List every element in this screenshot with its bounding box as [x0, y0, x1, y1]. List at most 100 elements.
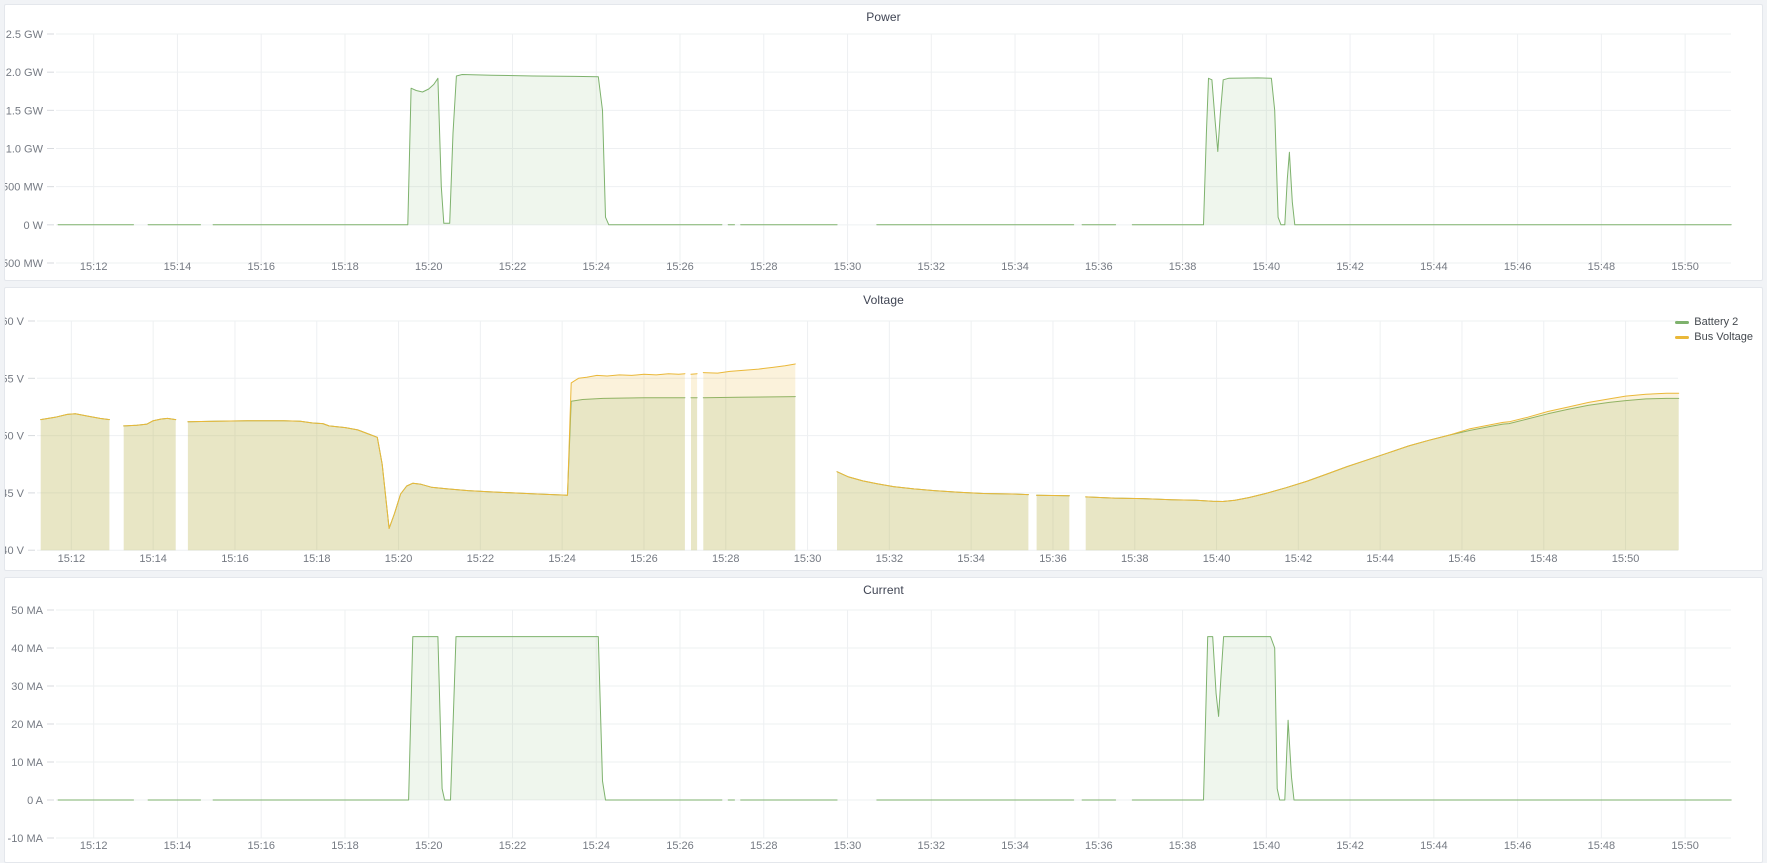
y-axis-label: 1.0 GW — [6, 143, 44, 155]
series-fill — [41, 414, 110, 550]
y-axis-label: -500 MW — [5, 258, 44, 270]
x-axis-label: 15:32 — [918, 840, 946, 852]
x-axis-label: 15:28 — [750, 840, 778, 852]
x-axis-label: 15:40 — [1253, 840, 1281, 852]
series-line — [691, 374, 697, 375]
y-axis-label: 2.5 GW — [6, 29, 44, 41]
x-axis-label: 15:14 — [164, 840, 192, 852]
x-axis-label: 15:46 — [1504, 840, 1532, 852]
x-axis-label: 15:38 — [1169, 261, 1197, 273]
x-axis-label: 15:22 — [499, 840, 527, 852]
x-axis-label: 15:14 — [139, 553, 167, 565]
x-axis-label: 15:50 — [1671, 261, 1699, 273]
x-axis-label: 15:44 — [1420, 261, 1448, 273]
series-line — [1037, 495, 1070, 496]
x-axis-label: 15:28 — [712, 553, 740, 565]
x-axis-label: 15:40 — [1203, 553, 1231, 565]
y-axis-label: 50 V — [5, 431, 25, 443]
panel-title-power[interactable]: Power — [5, 10, 1762, 24]
x-axis-label: 15:34 — [1001, 261, 1029, 273]
x-axis-label: 15:12 — [80, 840, 108, 852]
x-axis-label: 15:44 — [1420, 840, 1448, 852]
x-axis-label: 15:26 — [630, 553, 658, 565]
x-axis-label: 15:20 — [415, 261, 443, 273]
x-axis-label: 15:34 — [957, 553, 985, 565]
y-axis-label: 40 V — [5, 545, 25, 557]
x-axis-label: 15:34 — [1001, 840, 1029, 852]
x-axis-label: 15:44 — [1366, 553, 1394, 565]
x-axis-label: 15:22 — [467, 553, 495, 565]
y-axis-label: 40 MA — [11, 643, 43, 655]
y-axis-label: 50 MA — [11, 605, 43, 617]
y-axis-label: 10 MA — [11, 757, 43, 769]
voltage-chart[interactable]: 60 V 55 V 50 V 45 V 40 V 15:12 15:14 15:16 15:18… — [5, 288, 1762, 570]
x-axis-label: 15:12 — [58, 553, 86, 565]
x-axis-label: 15:24 — [582, 840, 610, 852]
series-fill — [188, 374, 685, 551]
y-axis-label: 60 V — [5, 316, 25, 328]
x-axis-label: 15:42 — [1336, 840, 1364, 852]
x-axis-label: 15:48 — [1588, 840, 1616, 852]
panel-title-voltage[interactable]: Voltage — [5, 293, 1762, 307]
y-axis-label: 0 A — [27, 795, 44, 807]
y-axis-label: 30 MA — [11, 681, 43, 693]
series-fill — [213, 637, 722, 800]
x-axis-label: 15:24 — [582, 261, 610, 273]
x-axis-label: 15:26 — [666, 261, 694, 273]
x-axis-label: 15:38 — [1169, 840, 1197, 852]
x-axis-label: 15:48 — [1588, 261, 1616, 273]
x-axis-label: 15:18 — [331, 840, 359, 852]
x-axis-label: 15:26 — [666, 840, 694, 852]
series-fill — [1132, 78, 1731, 225]
x-axis-label: 15:50 — [1612, 553, 1640, 565]
x-axis-label: 15:32 — [876, 553, 904, 565]
x-axis-label: 15:16 — [221, 553, 249, 565]
x-axis-label: 15:16 — [247, 261, 275, 273]
x-axis-label: 15:48 — [1530, 553, 1558, 565]
series-fill — [124, 418, 176, 550]
x-axis-label: 15:36 — [1085, 840, 1113, 852]
y-axis-label: 20 MA — [11, 719, 43, 731]
voltage-legend: Battery 2 Bus Voltage — [1675, 316, 1753, 343]
x-axis-label: 15:14 — [164, 261, 192, 273]
panel-voltage: Voltage 60 V 55 V 50 V 45 V 40 V 15:12 15:14 15… — [4, 287, 1763, 571]
x-axis-label: 15:42 — [1336, 261, 1364, 273]
legend-swatch-battery-2 — [1675, 321, 1689, 324]
y-axis-label: 55 V — [5, 373, 25, 385]
series-fill — [1037, 495, 1070, 550]
x-axis-label: 15:12 — [80, 261, 108, 273]
x-axis-label: 15:46 — [1448, 553, 1476, 565]
series-fill — [703, 364, 795, 550]
legend-item-bus-voltage[interactable]: Bus Voltage — [1675, 331, 1753, 343]
y-axis-label: 500 MW — [5, 182, 44, 194]
series-fill — [691, 374, 697, 551]
x-axis-label: 15:36 — [1039, 553, 1067, 565]
x-axis-label: 15:16 — [247, 840, 275, 852]
y-axis-label: 2.0 GW — [6, 67, 44, 79]
x-axis-label: 15:38 — [1121, 553, 1149, 565]
x-axis-label: 15:18 — [331, 261, 359, 273]
current-chart[interactable]: 50 MA 40 MA 30 MA 20 MA 10 MA 0 A -10 MA 15:12 1… — [5, 578, 1762, 862]
series-fill — [213, 75, 722, 225]
y-axis-label: 0 W — [23, 220, 43, 232]
y-axis-label: -10 MA — [8, 833, 44, 845]
x-axis-label: 15:36 — [1085, 261, 1113, 273]
series-fill — [1086, 393, 1679, 550]
y-axis-label: 1.5 GW — [6, 105, 44, 117]
panel-current: Current 50 MA 40 MA 30 MA 20 MA 10 MA 0 A -10 … — [4, 577, 1763, 863]
x-axis-label: 15:30 — [834, 261, 862, 273]
x-axis-label: 15:50 — [1671, 840, 1699, 852]
x-axis-label: 15:46 — [1504, 261, 1532, 273]
panel-title-current[interactable]: Current — [5, 583, 1762, 597]
x-axis-label: 15:18 — [303, 553, 331, 565]
x-axis-label: 15:20 — [385, 553, 413, 565]
x-axis-label: 15:30 — [794, 553, 822, 565]
legend-swatch-bus-voltage — [1675, 336, 1689, 339]
legend-item-battery-2[interactable]: Battery 2 — [1675, 316, 1738, 328]
y-axis-label: 45 V — [5, 488, 25, 500]
power-chart[interactable]: 2.5 GW 2.0 GW 1.5 GW 1.0 GW 500 MW 0 W -500 MW… — [5, 5, 1762, 280]
x-axis-label: 15:40 — [1253, 261, 1281, 273]
x-axis-label: 15:24 — [548, 553, 576, 565]
x-axis-label: 15:42 — [1285, 553, 1313, 565]
legend-label: Bus Voltage — [1694, 331, 1753, 343]
